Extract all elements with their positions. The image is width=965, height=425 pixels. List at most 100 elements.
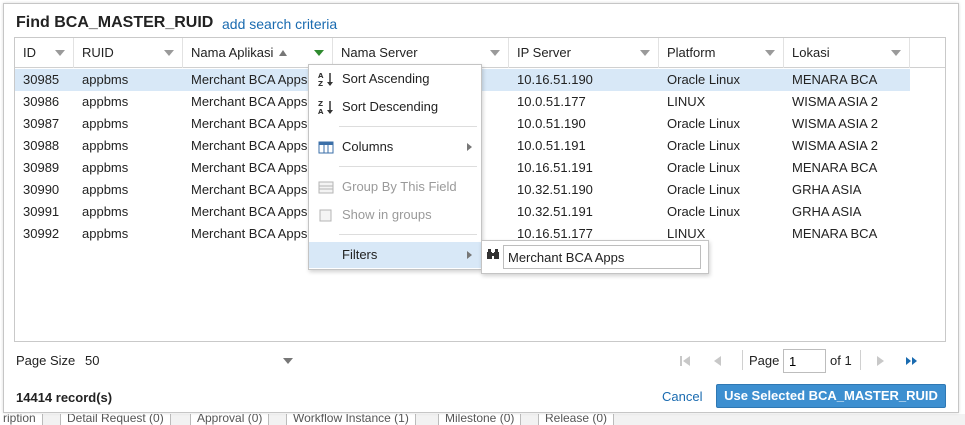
menu-item-label: Columns <box>342 139 394 154</box>
column-header-platform[interactable]: Platform <box>659 38 784 68</box>
svg-text:A: A <box>318 72 324 80</box>
column-context-menu: AZ Sort Ascending ZA Sort Descending Col… <box>308 64 482 270</box>
column-header-lokasi[interactable]: Lokasi <box>784 38 910 68</box>
column-filter-icon[interactable] <box>55 50 65 56</box>
cell-lokasi: GRHA ASIA <box>792 182 862 197</box>
chevron-down-icon[interactable] <box>283 358 293 364</box>
page-count-label: of 1 <box>830 353 852 368</box>
cell-ip-server: 10.0.51.191 <box>517 138 586 153</box>
column-filter-icon[interactable] <box>164 50 174 56</box>
cell-ip-server: 10.16.51.191 <box>517 160 593 175</box>
dialog-title: Find BCA_MASTER_RUID <box>16 14 214 31</box>
menu-item-columns[interactable]: Columns <box>309 134 481 160</box>
record-count: 14414 record(s) <box>16 390 113 405</box>
cell-ip-server: 10.32.51.190 <box>517 182 593 197</box>
cell-lokasi: GRHA ASIA <box>792 204 862 219</box>
cell-id: 30988 <box>23 138 60 153</box>
sort-descending-icon: ZA <box>318 99 334 116</box>
cell-lokasi: MENARA BCA <box>792 72 878 87</box>
cell-ruid: appbms <box>82 72 129 87</box>
column-header-ruid[interactable]: RUID <box>74 38 183 68</box>
column-header-label: ID <box>23 45 36 60</box>
next-page-icon[interactable] <box>873 354 889 368</box>
cell-platform: Oracle Linux <box>667 204 740 219</box>
cell-platform: Oracle Linux <box>667 138 740 153</box>
add-search-criteria-link[interactable]: add search criteria <box>222 16 337 32</box>
svg-text:Z: Z <box>318 100 323 108</box>
cancel-button[interactable]: Cancel <box>662 389 702 404</box>
menu-separator <box>339 166 477 167</box>
column-header-id[interactable]: ID <box>15 38 74 68</box>
background-tab: ription <box>0 414 43 425</box>
column-header-ip-server[interactable]: IP Server <box>509 38 659 68</box>
cell-lokasi: MENARA BCA <box>792 160 878 175</box>
cell-ruid: appbms <box>82 116 129 131</box>
cell-id: 30991 <box>23 204 60 219</box>
menu-item-group-by[interactable]: Group By This Field <box>309 174 481 200</box>
column-header-label: IP Server <box>517 45 571 60</box>
sort-ascending-icon <box>279 50 288 56</box>
menu-item-label: Group By This Field <box>342 179 457 194</box>
cell-ruid: appbms <box>82 160 129 175</box>
cell-ip-server: 10.32.51.191 <box>517 204 593 219</box>
column-header-label: Lokasi <box>792 45 830 60</box>
cell-ruid: appbms <box>82 226 129 241</box>
column-header-label: RUID <box>82 45 114 60</box>
binoculars-icon <box>487 249 499 259</box>
menu-item-filters[interactable]: Filters <box>309 242 481 268</box>
background-tab: Detail Request (0) <box>60 414 171 425</box>
cell-lokasi: WISMA ASIA 2 <box>792 116 878 131</box>
previous-page-icon[interactable] <box>709 354 725 368</box>
cell-id: 30989 <box>23 160 60 175</box>
use-selected-button[interactable]: Use Selected BCA_MASTER_RUID <box>716 384 946 408</box>
submenu-arrow-icon <box>467 143 472 151</box>
cell-platform: Oracle Linux <box>667 160 740 175</box>
background-tab: Workflow Instance (1) <box>286 414 416 425</box>
column-filter-icon[interactable] <box>640 50 650 56</box>
menu-item-label: Show in groups <box>342 207 432 222</box>
column-filter-icon[interactable] <box>891 50 901 56</box>
cell-platform: Oracle Linux <box>667 116 740 131</box>
filters-submenu <box>481 240 709 274</box>
submenu-arrow-icon <box>467 251 472 259</box>
page-size-label: Page Size <box>16 353 76 368</box>
background-tab-strip: ription Detail Request (0) Approval (0) … <box>0 414 965 425</box>
page-size-select[interactable]: 50 <box>85 353 99 368</box>
cell-id: 30985 <box>23 72 60 87</box>
filter-value-input[interactable] <box>503 245 701 269</box>
cell-ruid: appbms <box>82 204 129 219</box>
cell-id: 30990 <box>23 182 60 197</box>
column-header-label: Nama Server <box>341 45 418 60</box>
cell-lokasi: MENARA BCA <box>792 226 878 241</box>
cell-id: 30992 <box>23 226 60 241</box>
column-filter-icon[interactable] <box>765 50 775 56</box>
menu-item-label: Filters <box>342 247 378 262</box>
cell-ip-server: 10.16.51.190 <box>517 72 593 87</box>
menu-item-label: Sort Descending <box>342 99 439 114</box>
last-page-icon[interactable] <box>904 354 920 368</box>
cell-ruid: appbms <box>82 94 129 109</box>
column-filter-icon[interactable] <box>490 50 500 56</box>
menu-item-label: Sort Ascending <box>342 71 430 86</box>
columns-icon <box>318 139 334 155</box>
sort-ascending-icon: AZ <box>318 71 334 88</box>
column-header-label: Platform <box>667 45 716 60</box>
cell-lokasi: WISMA ASIA 2 <box>792 138 878 153</box>
pager-divider <box>860 350 861 370</box>
svg-text:A: A <box>318 108 324 115</box>
menu-item-sort-descending[interactable]: ZA Sort Descending <box>309 94 481 120</box>
menu-separator <box>339 126 477 127</box>
page-label: Page <box>749 353 780 368</box>
first-page-icon[interactable] <box>677 354 693 368</box>
background-tab: Milestone (0) <box>438 414 522 425</box>
cell-platform: Oracle Linux <box>667 72 740 87</box>
menu-item-sort-ascending[interactable]: AZ Sort Ascending <box>309 66 481 92</box>
cell-ruid: appbms <box>82 138 129 153</box>
page-number-input[interactable] <box>783 349 826 373</box>
menu-separator <box>339 234 477 235</box>
menu-item-show-in-groups[interactable]: Show in groups <box>309 202 481 228</box>
active-filter-icon[interactable] <box>314 50 324 56</box>
background-tab: Release (0) <box>538 414 615 425</box>
cell-platform: Oracle Linux <box>667 182 740 197</box>
column-header-label: Nama Aplikasi <box>191 45 274 60</box>
